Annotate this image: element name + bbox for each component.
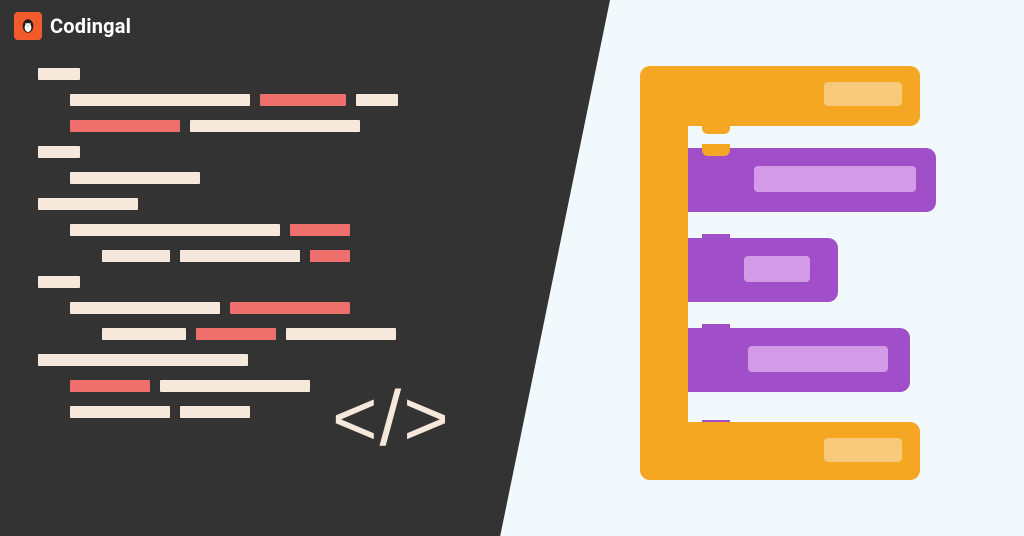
purple-block-1 — [688, 148, 936, 212]
code-line — [70, 94, 458, 106]
code-token — [180, 406, 250, 418]
code-token — [102, 328, 186, 340]
code-line — [70, 302, 458, 314]
code-token — [310, 250, 350, 262]
block-slot — [824, 82, 902, 106]
brand-name: Codingal — [50, 14, 131, 38]
code-token — [70, 406, 170, 418]
code-brackets-icon: </> — [332, 395, 451, 442]
code-token — [70, 172, 200, 184]
code-line — [102, 328, 458, 340]
purple-block-3 — [688, 328, 910, 392]
code-token — [160, 380, 310, 392]
code-token — [286, 328, 396, 340]
penguin-icon — [14, 12, 42, 40]
scratch-blocks-illustration — [640, 66, 920, 466]
code-token — [102, 250, 170, 262]
block-notch — [702, 324, 730, 336]
code-token — [190, 120, 360, 132]
code-token — [38, 146, 80, 158]
block-slot — [824, 438, 902, 462]
code-token — [230, 302, 350, 314]
block-notch — [702, 124, 730, 134]
code-line — [70, 224, 458, 236]
code-line — [102, 250, 458, 262]
code-token — [70, 94, 250, 106]
code-token — [38, 276, 80, 288]
block-slot — [744, 256, 810, 282]
block-notch — [702, 234, 730, 246]
code-token — [38, 68, 80, 80]
code-token — [260, 94, 346, 106]
code-line — [38, 68, 458, 80]
c-block-spine — [640, 88, 688, 466]
code-token — [70, 302, 220, 314]
code-token — [70, 120, 180, 132]
code-line — [70, 172, 458, 184]
code-line — [38, 276, 458, 288]
code-token — [38, 198, 138, 210]
code-line — [38, 198, 458, 210]
code-token — [356, 94, 398, 106]
code-line — [38, 146, 458, 158]
code-token — [70, 224, 280, 236]
code-token — [196, 328, 276, 340]
block-slot — [748, 346, 888, 372]
purple-block-2 — [688, 238, 838, 302]
brand-logo: Codingal — [14, 12, 131, 40]
code-token — [290, 224, 350, 236]
code-token — [70, 380, 150, 392]
code-token — [38, 354, 248, 366]
block-notch — [702, 144, 730, 156]
code-token — [180, 250, 300, 262]
code-line — [70, 120, 458, 132]
block-slot — [754, 166, 916, 192]
code-line — [38, 354, 458, 366]
